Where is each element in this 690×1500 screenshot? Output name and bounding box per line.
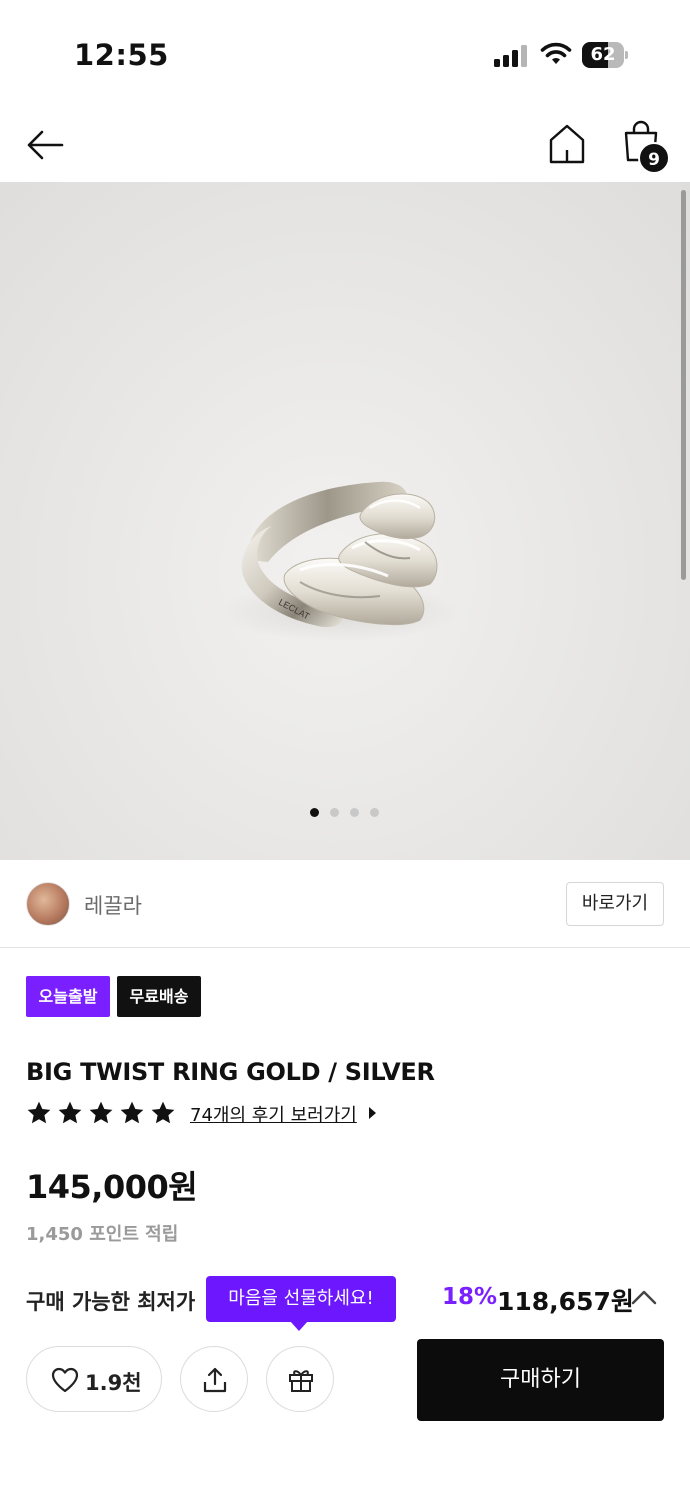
star-icon [120,1101,144,1124]
discount-rate: 18% [442,1284,498,1310]
caret-right-icon [369,1107,376,1119]
battery-level: 62 [590,44,616,65]
chevron-up-icon[interactable] [630,1286,658,1308]
like-count: 1.9천 [85,1371,142,1395]
gift-tooltip: 마음을 선물하세요! [206,1276,396,1331]
brand-avatar[interactable] [26,882,70,926]
gift-button[interactable] [266,1346,334,1412]
product-price: 145,000원 [26,1168,198,1206]
product-image-carousel[interactable]: LECLAT [0,182,690,860]
points-earned: 1,450 포인트 적립 [26,1224,179,1245]
share-icon [203,1367,227,1393]
home-icon [549,124,585,164]
heart-icon [51,1367,79,1393]
star-icon [58,1101,82,1124]
brand-row: 레끌라 바로가기 [0,860,690,948]
lowest-price-value: 118,657원 [497,1287,634,1316]
battery-indicator: 62 [582,42,628,68]
review-link[interactable]: 74개의 후기 보러가기 [190,1101,357,1127]
carousel-dot[interactable] [370,808,379,817]
share-button[interactable] [180,1346,248,1412]
gift-icon [289,1370,313,1392]
buy-button[interactable]: 구매하기 [417,1339,664,1421]
arrow-left-icon [27,130,64,160]
product-photo-ring: LECLAT [220,481,460,642]
status-time: 12:55 [74,38,169,72]
carousel-dot[interactable] [350,808,359,817]
nav-bar [0,100,690,182]
carousel-dot[interactable] [310,808,319,817]
wifi-icon [540,42,572,64]
brand-goto-button[interactable]: 바로가기 [566,882,664,926]
cart-button[interactable]: 9 [622,120,672,176]
free-shipping-badge: 무료배송 [117,976,201,1017]
home-button[interactable] [548,122,586,166]
star-icon [89,1101,113,1124]
star-icon [151,1101,175,1124]
carousel-dot[interactable] [330,808,339,817]
product-title: BIG TWIST RING GOLD / SILVER [26,1058,435,1086]
cellular-signal-icon [494,45,527,67]
back-button[interactable] [24,124,66,166]
cart-count-badge: 9 [638,142,670,174]
star-icon [27,1101,51,1124]
today-shipping-badge: 오늘출발 [26,976,110,1017]
brand-name[interactable]: 레끌라 [84,890,142,920]
status-bar: 12:55 62 [0,0,690,100]
lowest-price-label: 구매 가능한 최저가 [26,1290,196,1314]
scrollbar-thumb[interactable] [681,190,686,580]
like-button[interactable]: 1.9천 [26,1346,162,1412]
